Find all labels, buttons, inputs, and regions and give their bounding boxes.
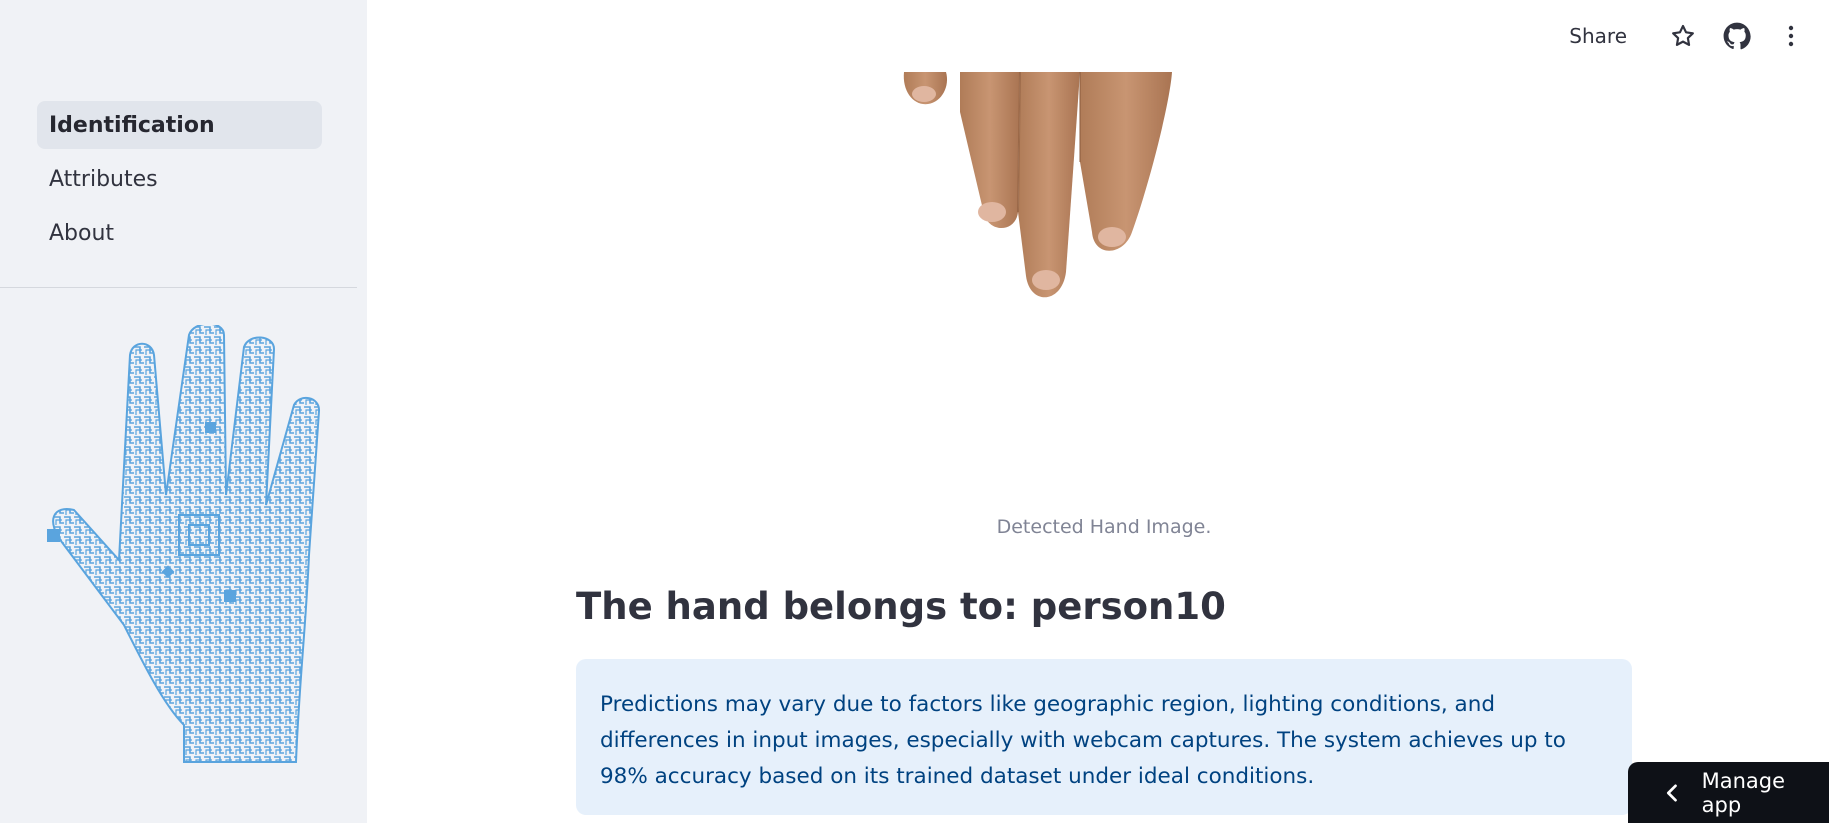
- detected-hand-image: [903, 72, 1172, 298]
- sidebar-item-attributes[interactable]: Attributes: [37, 155, 322, 203]
- sidebar: Identification Attributes About: [0, 0, 367, 823]
- sidebar-item-label: About: [49, 220, 115, 246]
- header-actions: Share: [1559, 16, 1811, 56]
- manage-app-button[interactable]: Manage app: [1628, 762, 1829, 823]
- star-icon[interactable]: [1663, 16, 1703, 56]
- result-heading: The hand belongs to: person10: [576, 585, 1226, 628]
- chevron-left-icon: [1666, 783, 1677, 802]
- image-caption: Detected Hand Image.: [996, 516, 1212, 538]
- sidebar-item-label: Identification: [49, 112, 215, 138]
- sidebar-nav: Identification Attributes About: [37, 101, 322, 263]
- info-alert-text: Predictions may vary due to factors like…: [600, 692, 1566, 789]
- sidebar-item-identification[interactable]: Identification: [37, 101, 322, 149]
- share-button[interactable]: Share: [1559, 20, 1637, 52]
- manage-app-label: Manage app: [1701, 768, 1786, 817]
- sidebar-divider: [0, 287, 357, 288]
- github-icon[interactable]: [1717, 16, 1757, 56]
- sidebar-item-label: Attributes: [49, 166, 158, 192]
- circuit-hand-icon: [47, 325, 321, 763]
- info-alert: Predictions may vary due to factors like…: [576, 659, 1632, 815]
- sidebar-item-about[interactable]: About: [37, 209, 322, 257]
- more-vert-icon[interactable]: [1771, 16, 1811, 56]
